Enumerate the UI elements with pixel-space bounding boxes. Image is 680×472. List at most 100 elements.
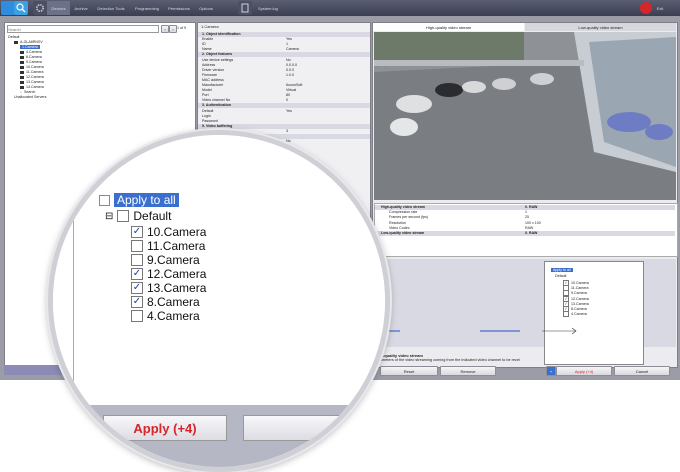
magnifier-camera-item[interactable]: 9.Camera <box>131 253 200 267</box>
tree-camera-10[interactable]: 10.Camera <box>20 65 44 69</box>
property-value[interactable]: 0 <box>286 98 288 102</box>
power-icon[interactable] <box>640 2 652 14</box>
popup-camera-item[interactable]: 4.Camera <box>563 311 587 318</box>
description-box: High-quality video stream Parameters of … <box>374 353 549 365</box>
stream-value[interactable]: 0. RAW <box>525 231 537 235</box>
stream-value[interactable]: 100 x 100 <box>525 221 541 225</box>
magnifier-camera-label: 12.Camera <box>147 267 207 281</box>
property-value[interactable]: Virtual <box>286 88 296 92</box>
apply-button[interactable]: Apply (+4) <box>556 366 612 376</box>
checkbox[interactable]: ✓ <box>131 226 143 238</box>
property-value[interactable]: No <box>286 58 291 62</box>
exit-button[interactable]: Exit <box>652 1 668 15</box>
search-input[interactable] <box>7 25 159 33</box>
checkbox[interactable] <box>131 254 143 266</box>
tree-camera-14[interactable]: 14.Camera <box>20 85 44 89</box>
property-key: Use device settings <box>202 57 234 62</box>
property-value[interactable]: 0.0.0.0 <box>286 63 297 67</box>
stream-key: High-quality video stream <box>381 205 425 209</box>
property-value[interactable]: Yes <box>286 37 292 41</box>
property-value[interactable]: Camera <box>286 47 299 51</box>
property-key: ID <box>202 42 206 47</box>
log-icon[interactable] <box>238 1 252 15</box>
tree-camera-8[interactable]: 8.Camera <box>20 55 42 59</box>
magnifier-apply-to-all[interactable]: Apply to all <box>99 193 179 207</box>
search-icon: ⌕ <box>20 90 23 94</box>
gear-icon[interactable] <box>33 1 47 15</box>
stream-value[interactable]: 0. RAW <box>525 205 537 209</box>
tab-options[interactable]: Options <box>195 1 217 15</box>
tab-permissions[interactable]: Permissions <box>165 1 193 15</box>
property-value[interactable]: 0.0.0 <box>286 68 294 72</box>
camera-preview-image <box>374 32 676 200</box>
property-value[interactable]: 3 <box>286 129 288 133</box>
prev-result-button[interactable]: ‹ <box>161 25 169 33</box>
stream-key: Compression rate <box>389 210 418 215</box>
pointer-arrow-icon <box>542 327 577 335</box>
remove-button[interactable]: Remove <box>440 366 496 376</box>
tab-high-quality-stream[interactable]: High-quality video stream <box>373 23 524 31</box>
property-value[interactable]: 80 <box>286 93 290 97</box>
tree-camera-11[interactable]: 11.Camera <box>20 70 44 74</box>
expand-apply-button[interactable]: + <box>546 366 556 376</box>
tree-camera-13[interactable]: 13.Camera <box>20 80 44 84</box>
magnifier-camera-label: 9.Camera <box>147 253 200 267</box>
tree-server[interactable]: A-GLA8RNSV <box>14 40 43 44</box>
property-key: Model <box>202 88 212 93</box>
magnifier-apply-button[interactable]: Apply (+4) <box>103 415 227 441</box>
checkbox[interactable]: ✓ <box>131 296 143 308</box>
tab-devices[interactable]: Devices <box>47 1 70 15</box>
magnifier-camera-item[interactable]: 11.Camera <box>131 239 205 253</box>
popup-root-default[interactable]: Default <box>555 274 566 278</box>
next-result-button[interactable]: › <box>169 25 177 33</box>
property-key: Manufacturer <box>202 83 224 87</box>
tab-detection-tools[interactable]: Detection Tools <box>93 1 129 15</box>
checkbox[interactable] <box>131 240 143 252</box>
property-key: Video channel No <box>202 98 231 103</box>
search-icon[interactable] <box>14 1 28 15</box>
stream-parameters-grid: High-quality video stream 0. RAW Compressi… <box>374 203 678 257</box>
tree-camera-9[interactable]: 9.Camera <box>20 60 42 64</box>
apps-icon[interactable] <box>1 1 15 15</box>
magnifier-camera-item[interactable]: ✓ 12.Camera <box>131 267 206 281</box>
tab-low-quality-stream[interactable]: Low-quality video stream <box>525 23 676 31</box>
stream-key: Video Codec <box>389 225 410 230</box>
stream-value[interactable]: 1 <box>525 210 527 214</box>
tab-system-log[interactable]: System log <box>253 1 283 15</box>
magnifier-cancel-button[interactable] <box>243 415 355 441</box>
stream-value[interactable]: RAW <box>525 226 533 230</box>
magnifier-camera-item[interactable]: ✓ 10.Camera <box>131 225 206 239</box>
property-key: Name <box>202 47 212 52</box>
property-value[interactable]: AxxonSoft <box>286 83 302 87</box>
checkbox[interactable]: ✓ <box>131 282 143 294</box>
stream-key: Resolution <box>389 220 406 225</box>
tree-camera-4[interactable]: 4.Camera <box>20 50 42 54</box>
tree-default[interactable]: Default <box>8 35 19 39</box>
cancel-button[interactable]: Cancel <box>614 366 670 376</box>
checkbox[interactable] <box>131 310 143 322</box>
tree-search[interactable]: ⌕ Search <box>20 90 35 94</box>
property-value[interactable]: 1 <box>286 42 288 46</box>
tree-camera-12[interactable]: 12.Camera <box>20 75 44 79</box>
checkbox[interactable]: ✓ <box>131 268 143 280</box>
stream-row[interactable]: Low-quality video stream 0. RAW <box>375 231 675 236</box>
property-key: Firmware <box>202 72 217 77</box>
tab-archive[interactable]: Archive <box>71 1 91 15</box>
property-value[interactable]: Yes <box>286 109 292 113</box>
property-key: Port <box>202 93 209 98</box>
tree-unallocated-servers[interactable]: Unallocated Servers <box>14 95 46 99</box>
magnifier-camera-item[interactable]: 4.Camera <box>131 309 200 323</box>
tab-programming[interactable]: Programming <box>131 1 163 15</box>
checkbox[interactable] <box>563 311 569 318</box>
search-counter: 1 of 9 <box>177 26 186 30</box>
properties-title: 1.Camera <box>201 24 219 29</box>
magnifier-camera-item[interactable]: ✓ 8.Camera <box>131 295 200 309</box>
reset-button[interactable]: Reset <box>380 366 438 376</box>
magnifier-root-default[interactable]: ⊟ Default <box>105 209 171 223</box>
stream-value[interactable]: 25 <box>525 215 529 219</box>
tree-camera-1[interactable]: 1.Camera <box>20 45 40 49</box>
property-value[interactable]: 1.0.0 <box>286 73 294 77</box>
popup-apply-to-all[interactable]: Apply to all <box>551 268 573 272</box>
magnifier-camera-item[interactable]: ✓ 13.Camera <box>131 281 206 295</box>
popup-camera-label: 4.Camera <box>571 312 587 317</box>
